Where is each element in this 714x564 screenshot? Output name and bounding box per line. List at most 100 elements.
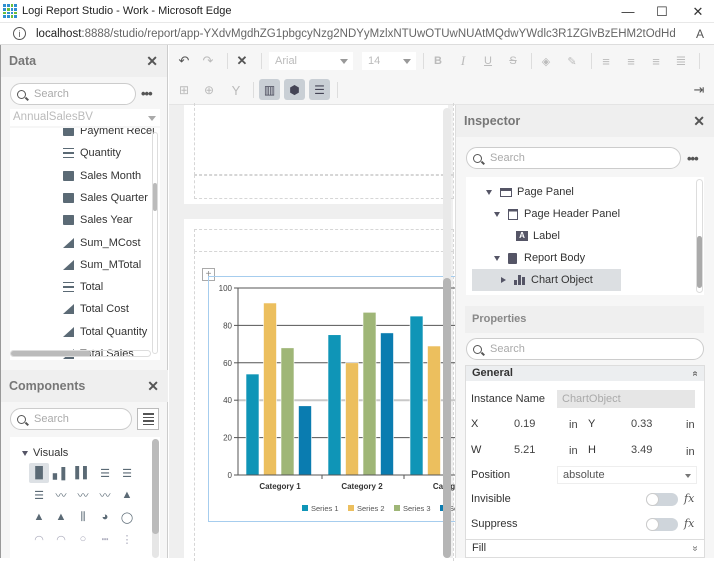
stacked-bar-icon[interactable]: ▌▌ bbox=[73, 463, 93, 483]
data-field-item[interactable]: Total bbox=[63, 276, 103, 298]
fill-section-header[interactable]: Fill » bbox=[466, 539, 704, 557]
maximize-button[interactable]: ☐ bbox=[646, 0, 678, 23]
tree-item-chart-object[interactable]: Chart Object bbox=[472, 269, 621, 291]
data-field-item[interactable]: Sales Month bbox=[63, 165, 141, 187]
field-list-scrollbar[interactable] bbox=[152, 132, 158, 354]
font-color-icon[interactable]: ✎ bbox=[565, 51, 579, 71]
bold-icon[interactable]: B bbox=[431, 51, 445, 71]
align-left-icon[interactable]: ≡ bbox=[599, 51, 613, 71]
area-stacked-icon[interactable]: ▲ bbox=[29, 507, 49, 527]
cube-toggle-button[interactable]: ⬢ bbox=[284, 79, 305, 100]
data-field-item[interactable]: Sum_MCost bbox=[63, 232, 141, 254]
horizontal-stacked-bar-icon[interactable]: ☰ bbox=[117, 463, 137, 483]
h-input[interactable]: 3.49 bbox=[626, 441, 684, 459]
position-select[interactable]: absolute bbox=[557, 466, 697, 484]
close-components-panel-icon[interactable]: ✕ bbox=[147, 378, 159, 395]
italic-icon[interactable]: I bbox=[456, 51, 470, 71]
redo-icon[interactable]: ↷ bbox=[201, 51, 215, 71]
line-markers-icon[interactable]: 〰 bbox=[95, 485, 115, 505]
half-gauge-icon[interactable]: ◠ bbox=[29, 529, 49, 549]
strikethrough-icon[interactable]: S bbox=[506, 51, 520, 71]
data-field-item[interactable]: Sales Quarter bbox=[63, 187, 148, 209]
pie-icon[interactable]: ◕ bbox=[95, 507, 115, 527]
tree-item-report-body[interactable]: Report Body bbox=[494, 247, 585, 269]
line-icon[interactable]: 〰 bbox=[51, 485, 71, 505]
grouped-bar-icon[interactable]: ▖▌ bbox=[51, 463, 71, 483]
filter-icon[interactable]: Y bbox=[229, 80, 243, 100]
visuals-group[interactable]: Visuals bbox=[22, 447, 68, 459]
read-aloud-icon[interactable]: A bbox=[696, 27, 704, 41]
font-size-select[interactable]: 14 bbox=[362, 52, 416, 70]
more-vertical-icon[interactable]: ⋮ bbox=[117, 529, 137, 549]
w-input[interactable]: 5.21 bbox=[509, 441, 566, 459]
instance-name-input[interactable]: ChartObject bbox=[557, 390, 695, 408]
y-input[interactable]: 0.33 bbox=[626, 415, 684, 433]
properties-search-input[interactable]: Search bbox=[466, 338, 704, 360]
close-window-button[interactable]: ✕ bbox=[682, 0, 714, 23]
page-header-region[interactable] bbox=[194, 103, 454, 175]
components-scrollbar[interactable] bbox=[152, 439, 159, 558]
suppress-toggle[interactable] bbox=[646, 518, 678, 531]
align-center-icon[interactable]: ≡ bbox=[624, 51, 638, 71]
list-toggle-button[interactable]: ☰ bbox=[309, 79, 330, 100]
data-source-select[interactable]: AnnualSalesBV bbox=[10, 109, 160, 126]
invisible-toggle[interactable] bbox=[646, 493, 678, 506]
area-100-icon[interactable]: ▲ bbox=[51, 507, 71, 527]
bar-chart-icon[interactable]: ▐▌ bbox=[29, 463, 49, 483]
data-field-item[interactable]: Total Quantity bbox=[63, 321, 147, 343]
data-more-icon[interactable]: ••• bbox=[141, 86, 153, 101]
general-section-header[interactable]: General « bbox=[466, 366, 704, 381]
donut-icon[interactable]: ◯ bbox=[117, 507, 137, 527]
horizontal-bar-icon[interactable]: ☰ bbox=[95, 463, 115, 483]
inspector-search-input[interactable]: Search bbox=[466, 147, 681, 169]
tree-item-page-panel[interactable]: Page Panel bbox=[486, 181, 574, 203]
exit-icon[interactable]: ⇥ bbox=[692, 80, 706, 100]
tree-item-label[interactable]: A Label bbox=[516, 225, 560, 247]
delete-icon[interactable]: ✕ bbox=[235, 51, 249, 71]
page-footer-region[interactable] bbox=[194, 175, 454, 199]
x-input[interactable]: 0.19 bbox=[509, 415, 566, 433]
inspector-more-icon[interactable]: ••• bbox=[687, 151, 699, 166]
canvas-vertical-scrollbar[interactable] bbox=[443, 108, 451, 558]
suppress-formula-icon[interactable]: fx bbox=[684, 517, 694, 530]
close-data-panel-icon[interactable]: ✕ bbox=[146, 53, 158, 70]
invisible-formula-icon[interactable]: fx bbox=[684, 492, 694, 505]
fill-color-icon[interactable]: ◈ bbox=[539, 51, 553, 71]
components-search-input[interactable]: Search bbox=[10, 408, 132, 430]
site-info-icon[interactable]: i bbox=[13, 27, 26, 40]
data-field-item[interactable]: Total Cost bbox=[63, 298, 129, 320]
underline-icon[interactable]: U bbox=[481, 51, 495, 71]
data-field-item[interactable]: Quantity bbox=[63, 142, 121, 164]
tree-scrollbar[interactable] bbox=[696, 179, 703, 293]
minimize-button[interactable]: — bbox=[612, 0, 644, 23]
tree-item-page-header-panel[interactable]: Page Header Panel bbox=[494, 203, 620, 225]
dial-gauge-icon[interactable]: ◠ bbox=[51, 529, 71, 549]
font-family-select[interactable]: Arial bbox=[269, 52, 353, 70]
align-right-icon[interactable]: ≡ bbox=[649, 51, 663, 71]
bullet-icon[interactable]: ┅ bbox=[95, 529, 115, 549]
scrollbar-thumb[interactable] bbox=[443, 278, 451, 558]
data-search-input[interactable]: Search bbox=[10, 83, 136, 105]
area-icon[interactable]: ▲ bbox=[117, 485, 137, 505]
ring-icon[interactable]: ○ bbox=[73, 529, 93, 549]
chart-object[interactable]: 020406080100Category 1Category 2CategSer… bbox=[208, 276, 487, 522]
split-cells-icon[interactable]: ⊕ bbox=[202, 80, 216, 100]
data-field-item[interactable]: Sales Year bbox=[63, 209, 133, 231]
expand-icon[interactable]: » bbox=[687, 546, 704, 552]
list-view-button[interactable] bbox=[137, 408, 159, 430]
combo-icon[interactable]: ⫼ bbox=[73, 507, 93, 527]
data-field-item[interactable]: Sum_MTotal bbox=[63, 254, 141, 276]
page-header-region[interactable] bbox=[194, 229, 454, 252]
address-bar[interactable]: i localhost:8888/studio/report/app-YXdvM… bbox=[0, 23, 714, 45]
undo-icon[interactable]: ↶ bbox=[177, 51, 191, 71]
close-inspector-icon[interactable]: ✕ bbox=[693, 113, 705, 130]
collapse-icon[interactable]: « bbox=[688, 371, 703, 377]
data-field-item[interactable]: Payment Recei bbox=[63, 128, 155, 142]
field-list-hscrollbar[interactable] bbox=[10, 350, 151, 357]
panel-toggle-button[interactable]: ▥ bbox=[259, 79, 280, 100]
multi-line-icon[interactable]: 〰 bbox=[73, 485, 93, 505]
url-field[interactable]: localhost:8888/studio/report/app-YXdvMgd… bbox=[36, 28, 676, 40]
justify-icon[interactable]: ≣ bbox=[674, 51, 688, 71]
horizontal-100-bar-icon[interactable]: ☰ bbox=[29, 485, 49, 505]
merge-cells-icon[interactable]: ⊞ bbox=[177, 80, 191, 100]
